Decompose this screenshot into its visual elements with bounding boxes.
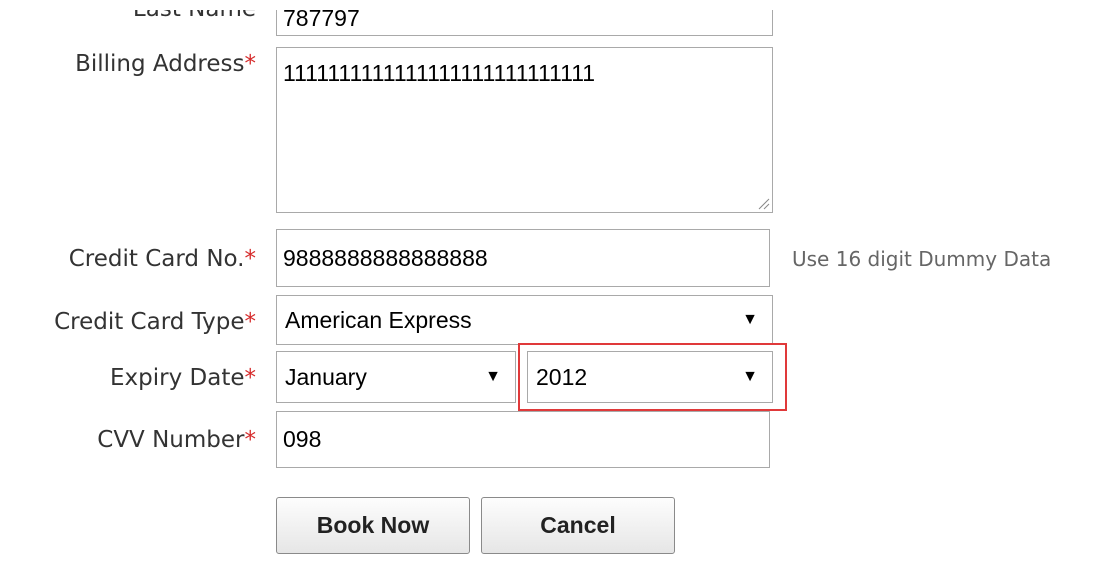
cvv-number-input[interactable]: 098	[276, 411, 770, 468]
credit-card-no-label: Credit Card No.*	[68, 246, 257, 272]
required-mark: *	[244, 365, 257, 391]
screenshot-border-top	[0, 0, 1107, 10]
required-mark: *	[244, 427, 257, 453]
required-mark: *	[244, 51, 257, 77]
credit-card-type-label: Credit Card Type*	[54, 309, 257, 335]
chevron-down-icon: ▼	[742, 311, 758, 328]
resize-grip-icon[interactable]	[756, 196, 770, 210]
required-mark: *	[244, 246, 257, 272]
highlight-annotation-box	[518, 343, 787, 411]
expiry-date-label: Expiry Date*	[110, 365, 257, 391]
required-mark: *	[244, 309, 257, 335]
expiry-month-select[interactable]: January ▼	[276, 351, 516, 403]
screenshot-border-right	[1100, 0, 1107, 567]
credit-card-type-select[interactable]: American Express ▼	[276, 295, 773, 345]
billing-address-textarea[interactable]: 1111111111111111111111111111	[276, 47, 773, 213]
chevron-down-icon: ▼	[485, 368, 501, 385]
book-now-button[interactable]: Book Now	[276, 497, 470, 554]
credit-card-hint: Use 16 digit Dummy Data	[792, 247, 1052, 271]
screenshot-border-left	[0, 0, 10, 567]
cancel-button[interactable]: Cancel	[481, 497, 675, 554]
credit-card-no-input[interactable]: 9888888888888888	[276, 229, 770, 287]
cvv-number-label: CVV Number*	[97, 427, 257, 453]
billing-address-label: Billing Address*	[75, 51, 257, 77]
